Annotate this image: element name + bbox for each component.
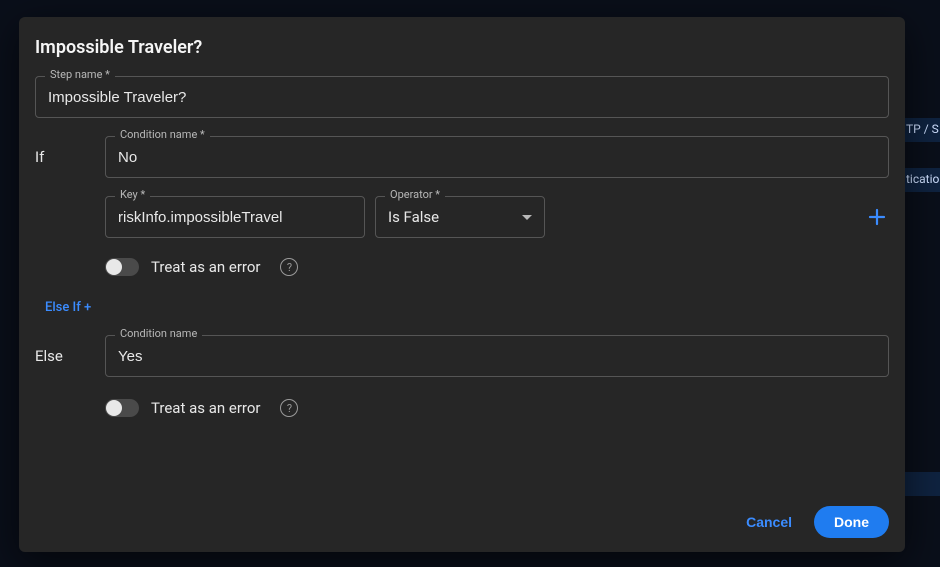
if-key-operator-row: Key * Operator * Is False <box>105 196 889 238</box>
else-if-button[interactable]: Else If + <box>45 300 889 315</box>
if-key-field: Key * <box>105 196 365 238</box>
cancel-button[interactable]: Cancel <box>742 506 796 538</box>
if-operator-select[interactable]: Is False <box>375 196 545 238</box>
if-branch: If Condition name * Key * Operator * Is … <box>35 136 889 280</box>
condition-modal: Impossible Traveler? Step name * If Cond… <box>19 17 905 552</box>
if-treat-as-error-label: Treat as an error <box>151 258 260 276</box>
else-treat-as-error-label: Treat as an error <box>151 399 260 417</box>
else-treat-as-error-row: Treat as an error ? <box>105 399 889 417</box>
if-condition-name-input[interactable] <box>105 136 889 178</box>
if-key-input[interactable] <box>105 196 365 238</box>
else-branch: Else Condition name Treat as an error ? <box>35 335 889 421</box>
else-condition-name-label: Condition name <box>115 327 202 341</box>
if-key-label: Key * <box>115 188 150 202</box>
else-condition-name-input[interactable] <box>105 335 889 377</box>
modal-footer: Cancel Done <box>35 496 889 538</box>
if-treat-as-error-row: Treat as an error ? <box>105 258 889 276</box>
if-condition-name-field: Condition name * <box>105 136 889 178</box>
if-label: If <box>35 136 91 166</box>
done-button[interactable]: Done <box>814 506 889 538</box>
chevron-down-icon <box>522 215 532 220</box>
help-icon[interactable]: ? <box>280 258 298 276</box>
if-treat-as-error-toggle[interactable] <box>105 258 139 276</box>
background-strip-1: TP / S <box>900 118 940 142</box>
if-operator-label: Operator * <box>385 188 445 202</box>
step-name-label: Step name * <box>45 68 115 82</box>
step-name-input[interactable] <box>35 76 889 118</box>
else-label: Else <box>35 335 91 365</box>
if-condition-name-label: Condition name * <box>115 128 210 142</box>
background-strip-3 <box>900 472 940 496</box>
add-condition-button[interactable] <box>865 205 889 229</box>
plus-icon <box>868 208 886 226</box>
else-condition-name-field: Condition name <box>105 335 889 377</box>
help-icon[interactable]: ? <box>280 399 298 417</box>
modal-title: Impossible Traveler? <box>35 37 889 58</box>
background-strip-2: ticatio <box>900 168 940 192</box>
if-operator-field: Operator * Is False <box>375 196 545 238</box>
if-operator-value: Is False <box>388 208 439 226</box>
step-name-field: Step name * <box>35 76 889 118</box>
else-treat-as-error-toggle[interactable] <box>105 399 139 417</box>
